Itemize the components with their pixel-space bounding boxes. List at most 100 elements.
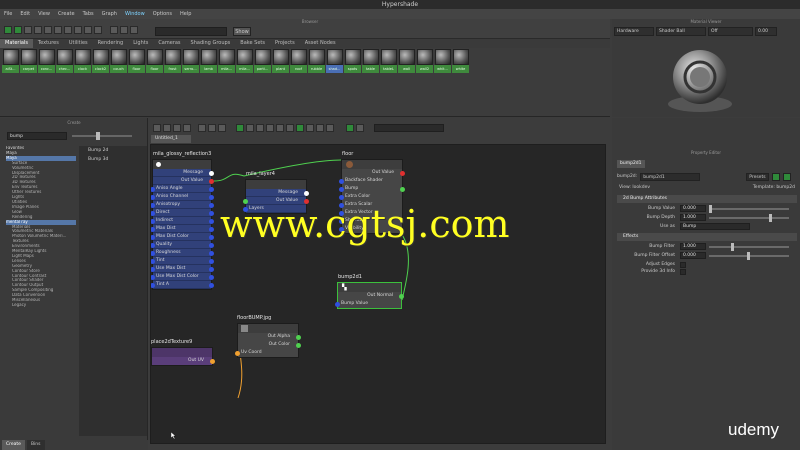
output-port[interactable]: [209, 266, 214, 272]
browser-tool-icon[interactable]: [64, 26, 72, 34]
input-port[interactable]: [339, 178, 344, 184]
graph-tool-icon[interactable]: [276, 124, 284, 132]
material-swatch[interactable]: conc...: [38, 49, 55, 73]
node-graph[interactable]: mila_glossy_reflection3 Message Out Value…: [150, 144, 606, 444]
output-port[interactable]: [209, 170, 214, 176]
graph-tool-icon[interactable]: [346, 124, 354, 132]
graph-tool-icon[interactable]: [246, 124, 254, 132]
bump-value-field[interactable]: 0.000: [680, 205, 706, 212]
input-port[interactable]: [339, 194, 344, 200]
output-port[interactable]: [209, 210, 214, 216]
node-attribute-row[interactable]: Roughness: [151, 249, 214, 257]
menu-item-help[interactable]: Help: [180, 11, 191, 17]
tab-lights[interactable]: Lights: [128, 39, 153, 48]
output-port[interactable]: [209, 194, 214, 200]
output-port[interactable]: [400, 186, 405, 192]
browser-tool-icon[interactable]: [110, 26, 118, 34]
material-swatch[interactable]: tableL: [380, 49, 397, 73]
use-as-dropdown[interactable]: Bump: [680, 223, 750, 230]
input-port[interactable]: [151, 226, 155, 232]
node-name-field[interactable]: bump2d1: [640, 172, 701, 181]
slider-handle[interactable]: [709, 205, 712, 213]
node-attribute-row[interactable]: Use Max Dist: [151, 265, 214, 273]
slider-handle[interactable]: [747, 252, 750, 260]
material-swatch[interactable]: floor: [128, 49, 145, 73]
tab-utilities[interactable]: Utilities: [64, 39, 93, 48]
node-bump2d[interactable]: ▚ Out Normal Bump Value: [335, 282, 404, 309]
node-attribute-row[interactable]: Out Value: [342, 169, 405, 177]
browser-search-input[interactable]: [155, 27, 227, 36]
browser-tool-icon[interactable]: [94, 26, 102, 34]
graph-tool-icon[interactable]: [183, 124, 191, 132]
menu-item-tabs[interactable]: Tabs: [83, 11, 94, 17]
exposure-field[interactable]: 0.00: [755, 27, 777, 36]
node-attribute-row[interactable]: Uv Coord: [235, 349, 298, 357]
material-swatch[interactable]: shad...: [326, 49, 343, 73]
node-file-texture[interactable]: Out Alpha Out Color Uv Coord: [235, 323, 301, 358]
graph-tool-icon[interactable]: [296, 124, 304, 132]
material-swatch[interactable]: mila...: [236, 49, 253, 73]
material-swatch[interactable]: table: [362, 49, 379, 73]
bump-filter-offset-field[interactable]: 0.000: [680, 252, 706, 259]
node-attribute-row[interactable]: Backface Shader: [339, 177, 402, 185]
material-swatch[interactable]: white: [452, 49, 469, 73]
browser-tool-icon[interactable]: [44, 26, 52, 34]
node-attribute-row[interactable]: Bump Value: [335, 300, 401, 308]
input-port[interactable]: [151, 282, 155, 288]
browser-tool-icon[interactable]: [84, 26, 92, 34]
node-attribute-row[interactable]: Aniso Channel: [151, 193, 214, 201]
graph-tool-icon[interactable]: [153, 124, 161, 132]
browser-tool-icon[interactable]: [24, 26, 32, 34]
material-swatch[interactable]: wall2: [416, 49, 433, 73]
material-swatch[interactable]: serro...: [182, 49, 199, 73]
section-2d-bump-attributes[interactable]: 2d Bump Attributes: [617, 195, 797, 203]
output-port[interactable]: [209, 186, 214, 192]
input-port[interactable]: [151, 258, 155, 264]
provide-3d-info-checkbox[interactable]: [680, 269, 686, 275]
input-port[interactable]: [335, 301, 340, 307]
node-attribute-row[interactable]: Message: [153, 169, 214, 177]
menu-item-view[interactable]: View: [38, 11, 50, 17]
output-port[interactable]: [209, 202, 214, 208]
input-port[interactable]: [151, 202, 155, 208]
input-port[interactable]: [339, 186, 344, 192]
bump-value-slider[interactable]: [709, 205, 789, 213]
swatch-size-handle[interactable]: [96, 132, 100, 140]
graph-tool-icon[interactable]: [266, 124, 274, 132]
slider-handle[interactable]: [731, 243, 734, 251]
node-search-input[interactable]: [374, 124, 444, 132]
input-port[interactable]: [151, 234, 155, 240]
node-attribute-row[interactable]: Out Value: [153, 177, 214, 185]
output-port[interactable]: [209, 274, 214, 280]
node-place2d-texture[interactable]: Out UV: [151, 347, 215, 366]
menu-item-window[interactable]: Window: [125, 11, 145, 17]
property-editor-tab[interactable]: bump2d1: [617, 160, 645, 168]
input-port[interactable]: [151, 266, 155, 272]
graph-tool-icon[interactable]: [163, 124, 171, 132]
node-attribute-row[interactable]: Aniso Angle: [151, 185, 214, 193]
swatch-size-slider[interactable]: [72, 135, 132, 137]
graph-tool-icon[interactable]: [198, 124, 206, 132]
node-attribute-row[interactable]: Message: [246, 189, 309, 197]
graph-tool-icon[interactable]: [286, 124, 294, 132]
tab-materials[interactable]: Materials: [0, 39, 33, 48]
input-port[interactable]: [151, 250, 155, 256]
graph-tool-icon[interactable]: [306, 124, 314, 132]
node-attribute-row[interactable]: Out Normal: [338, 292, 404, 300]
material-swatch[interactable]: couch: [110, 49, 127, 73]
input-port[interactable]: [151, 210, 155, 216]
output-port[interactable]: [209, 250, 214, 256]
input-port[interactable]: [151, 194, 155, 200]
geometry-dropdown[interactable]: Shader Ball: [656, 27, 706, 36]
menu-item-edit[interactable]: Edit: [20, 11, 30, 17]
browser-tool-icon[interactable]: [130, 26, 138, 34]
menu-item-options[interactable]: Options: [153, 11, 172, 17]
material-swatch[interactable]: clock: [74, 49, 91, 73]
menu-item-create[interactable]: Create: [58, 11, 75, 17]
material-swatch[interactable]: chec...: [56, 49, 73, 73]
output-port[interactable]: [209, 242, 214, 248]
output-port[interactable]: [209, 282, 214, 288]
node-attribute-row[interactable]: Out UV: [152, 357, 215, 365]
node-attribute-row[interactable]: Tint: [151, 257, 214, 265]
material-swatch[interactable]: lamb: [200, 49, 217, 73]
